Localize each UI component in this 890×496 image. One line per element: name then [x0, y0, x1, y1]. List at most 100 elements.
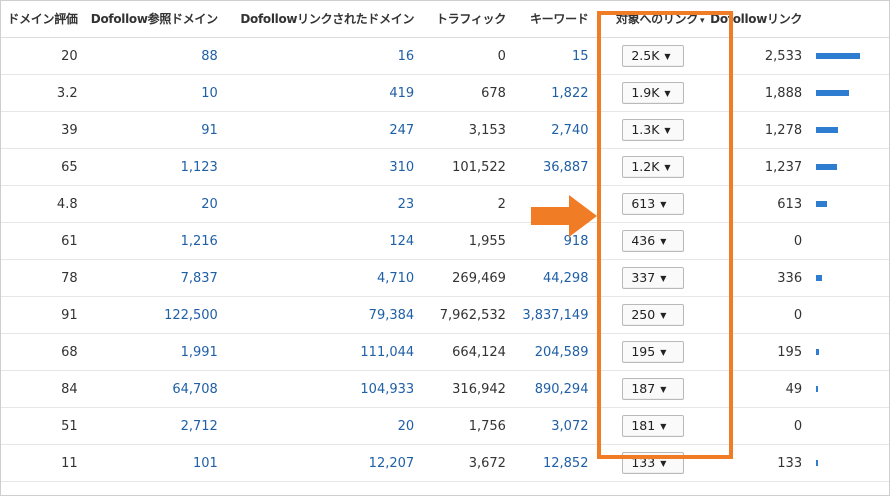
- cell-dofollow-linked-domains: 310: [225, 148, 423, 186]
- dofollow-linked-domains-value[interactable]: 4,710: [377, 271, 414, 286]
- caret-down-icon: ▼: [660, 311, 667, 320]
- links-to-target-dropdown[interactable]: 195 ▼: [622, 341, 685, 363]
- dofollow-links-value: 49: [785, 381, 803, 397]
- dofollow-ref-domains-value[interactable]: 10: [201, 86, 218, 101]
- table-body: 20 88 16 0 15 2.5K ▼ 2,533 3.2 10 419 678 1,822 1.9K ▼…: [1, 37, 889, 482]
- cell-dofollow-ref-domains: 1,991: [83, 333, 226, 371]
- dofollow-linked-domains-value[interactable]: 23: [398, 197, 415, 212]
- cell-dofollow-links-bar: [810, 333, 889, 371]
- cell-domain-rating: 84: [1, 370, 84, 408]
- cell-keywords: 1,822: [513, 74, 597, 112]
- cell-dofollow-ref-domains: 10: [83, 74, 226, 112]
- keywords-value[interactable]: 15: [572, 49, 589, 64]
- cell-dofollow-links: 1,888: [710, 74, 811, 112]
- dofollow-links-value: 133: [777, 455, 803, 471]
- cell-dofollow-ref-domains: 1,123: [83, 148, 226, 186]
- cell-links-to-target: 337 ▼: [596, 259, 711, 297]
- dofollow-ref-domains-value[interactable]: 20: [201, 197, 218, 212]
- keywords-value[interactable]: 36,887: [543, 160, 589, 175]
- table-row: 4.8 20 23 2 613 ▼ 613: [1, 185, 889, 223]
- backlinks-table-panel: ドメイン評価 Dofollow参照ドメイン Dofollowリンクされたドメイン…: [0, 0, 890, 496]
- header-traffic[interactable]: トラフィック: [422, 1, 514, 38]
- keywords-value[interactable]: 204,589: [535, 345, 589, 360]
- dofollow-ref-domains-value[interactable]: 64,708: [172, 382, 218, 397]
- cell-domain-rating: 51: [1, 407, 84, 445]
- cell-links-to-target: 613 ▼: [596, 185, 711, 223]
- cell-traffic: 101,522: [422, 148, 514, 186]
- cell-traffic: 1,756: [422, 407, 514, 445]
- traffic-value: 1,955: [468, 233, 506, 249]
- links-to-target-value: 181: [631, 418, 656, 433]
- cell-dofollow-linked-domains: 111,044: [225, 333, 423, 371]
- cell-links-to-target: 187 ▼: [596, 370, 711, 408]
- dofollow-ref-domains-value[interactable]: 122,500: [164, 308, 218, 323]
- links-to-target-dropdown[interactable]: 2.5K ▼: [622, 45, 685, 67]
- cell-traffic: 2: [422, 185, 514, 223]
- header-dofollow-links[interactable]: Dofollowリンク: [710, 1, 811, 38]
- cell-traffic: 316,942: [422, 370, 514, 408]
- links-to-target-value: 436: [631, 233, 656, 248]
- links-to-target-dropdown[interactable]: 1.3K ▼: [622, 119, 685, 141]
- cell-dofollow-ref-domains: 88: [83, 37, 226, 75]
- dofollow-links-bar: [816, 460, 819, 466]
- traffic-value: 664,124: [452, 344, 506, 360]
- keywords-value[interactable]: 1,822: [551, 86, 588, 101]
- dofollow-linked-domains-value[interactable]: 111,044: [360, 345, 414, 360]
- arrow-right-icon: [531, 195, 597, 237]
- keywords-value[interactable]: 44,298: [543, 271, 589, 286]
- links-to-target-dropdown[interactable]: 337 ▼: [622, 267, 685, 289]
- dofollow-linked-domains-value[interactable]: 419: [389, 86, 414, 101]
- cell-domain-rating: 20: [1, 37, 84, 75]
- dofollow-ref-domains-value[interactable]: 101: [193, 456, 218, 471]
- table-row: 78 7,837 4,710 269,469 44,298 337 ▼ 336: [1, 259, 889, 297]
- keywords-value[interactable]: 890,294: [535, 382, 589, 397]
- dofollow-ref-domains-value[interactable]: 91: [201, 123, 218, 138]
- dofollow-linked-domains-value[interactable]: 104,933: [360, 382, 414, 397]
- dofollow-linked-domains-value[interactable]: 16: [398, 49, 415, 64]
- links-to-target-dropdown[interactable]: 133 ▼: [622, 452, 685, 474]
- keywords-value[interactable]: 12,852: [543, 456, 589, 471]
- dofollow-linked-domains-value[interactable]: 247: [389, 123, 414, 138]
- dofollow-ref-domains-value[interactable]: 2,712: [181, 419, 218, 434]
- dofollow-linked-domains-value[interactable]: 12,207: [369, 456, 415, 471]
- header-keywords[interactable]: キーワード: [513, 1, 597, 38]
- links-to-target-dropdown[interactable]: 1.2K ▼: [622, 156, 685, 178]
- dofollow-links-value: 1,278: [764, 122, 803, 138]
- caret-down-icon: ▼: [664, 89, 671, 98]
- header-dofollow-linked-domains[interactable]: Dofollowリンクされたドメイン: [225, 1, 423, 38]
- dofollow-ref-domains-value[interactable]: 88: [201, 49, 218, 64]
- dofollow-ref-domains-value[interactable]: 7,837: [181, 271, 218, 286]
- keywords-value[interactable]: 3,072: [551, 419, 588, 434]
- cell-dofollow-linked-domains: 419: [225, 74, 423, 112]
- cell-links-to-target: 250 ▼: [596, 296, 711, 334]
- dofollow-linked-domains-value[interactable]: 79,384: [369, 308, 415, 323]
- cell-links-to-target: 1.2K ▼: [596, 148, 711, 186]
- dofollow-linked-domains-value[interactable]: 20: [398, 419, 415, 434]
- header-domain-rating[interactable]: ドメイン評価: [1, 1, 84, 38]
- links-to-target-dropdown[interactable]: 181 ▼: [622, 415, 685, 437]
- header-links-to-target[interactable]: 対象へのリンク ▾: [596, 1, 711, 38]
- links-to-target-dropdown[interactable]: 187 ▼: [622, 378, 685, 400]
- header-bar-column: [810, 1, 889, 38]
- domain-rating-value: 68: [61, 344, 78, 360]
- dofollow-linked-domains-value[interactable]: 124: [389, 234, 414, 249]
- dofollow-linked-domains-value[interactable]: 310: [389, 160, 414, 175]
- cell-dofollow-linked-domains: 23: [225, 185, 423, 223]
- links-to-target-dropdown[interactable]: 436 ▼: [622, 230, 685, 252]
- links-to-target-dropdown[interactable]: 250 ▼: [622, 304, 685, 326]
- dofollow-ref-domains-value[interactable]: 1,991: [181, 345, 218, 360]
- cell-links-to-target: 1.3K ▼: [596, 111, 711, 149]
- links-to-target-value: 337: [631, 270, 656, 285]
- cell-keywords: 15: [513, 37, 597, 75]
- cell-traffic: 3,153: [422, 111, 514, 149]
- dofollow-ref-domains-value[interactable]: 1,216: [181, 234, 218, 249]
- links-to-target-dropdown[interactable]: 613 ▼: [622, 193, 685, 215]
- cell-dofollow-ref-domains: 122,500: [83, 296, 226, 334]
- traffic-value: 1,756: [468, 418, 506, 434]
- links-to-target-dropdown[interactable]: 1.9K ▼: [622, 82, 685, 104]
- dofollow-ref-domains-value[interactable]: 1,123: [181, 160, 218, 175]
- keywords-value[interactable]: 2,740: [551, 123, 588, 138]
- caret-down-icon: ▼: [660, 200, 667, 209]
- keywords-value[interactable]: 3,837,149: [522, 308, 588, 323]
- header-dofollow-ref-domains[interactable]: Dofollow参照ドメイン: [83, 1, 226, 38]
